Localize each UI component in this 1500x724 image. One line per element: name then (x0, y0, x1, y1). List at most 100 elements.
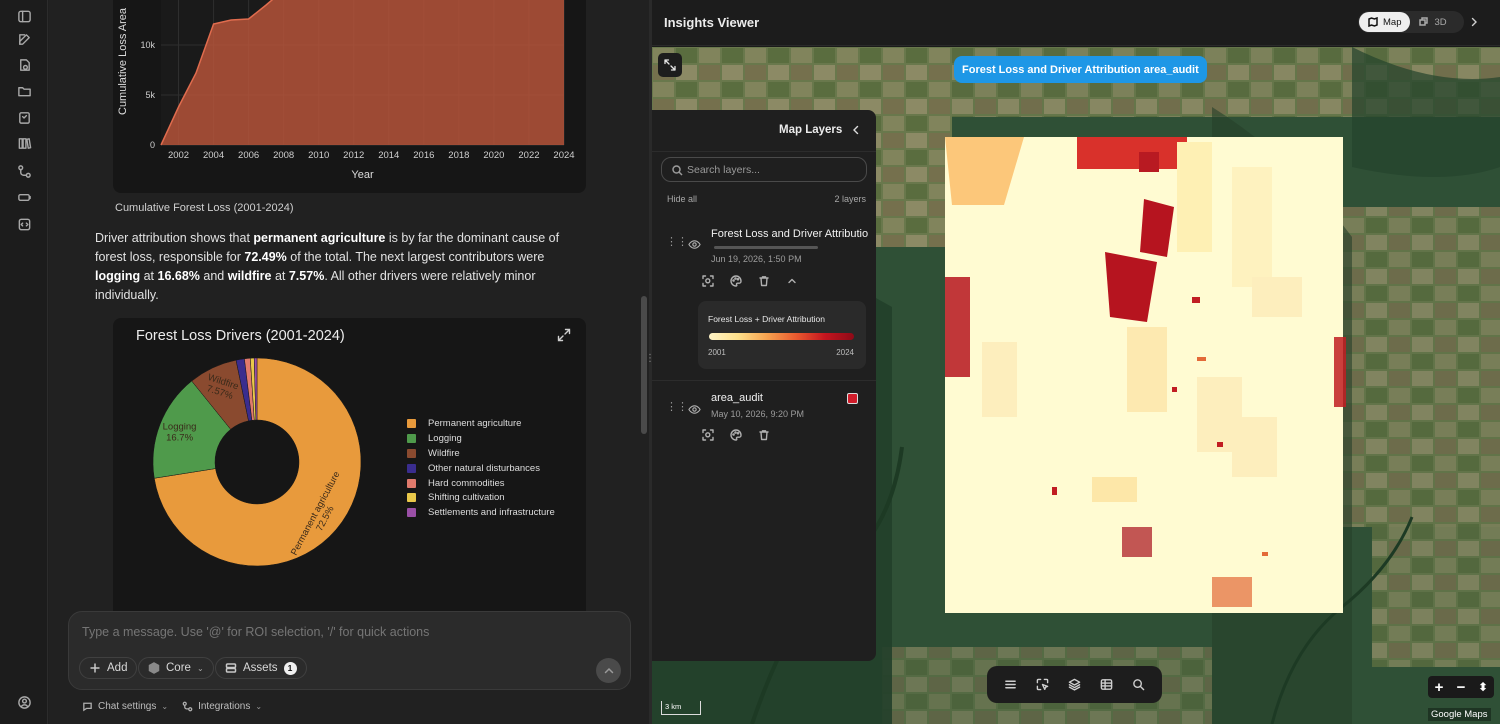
legend-title: Forest Loss + Driver Attribution (708, 314, 825, 324)
analysis-paragraph: Driver attribution shows that permanent … (95, 231, 560, 302)
y-tick-label: 10k (140, 40, 155, 50)
legend-item: Wildfire (407, 446, 555, 461)
core-model-select[interactable]: Core ⌄ (138, 657, 214, 679)
layers-icon[interactable] (1066, 677, 1082, 693)
library-icon[interactable] (12, 131, 36, 155)
x-tick-label: 2008 (273, 150, 294, 161)
legend-label: Wildfire (428, 447, 460, 459)
menu-icon[interactable] (1003, 677, 1019, 693)
ramp-max-label: 2024 (836, 348, 854, 357)
chevron-up-icon[interactable] (785, 274, 799, 288)
code-icon[interactable] (12, 212, 36, 236)
x-tick-label: 2010 (308, 150, 329, 161)
map-canvas[interactable]: Forest Loss and Driver Attribution area_… (652, 47, 1500, 724)
palette-icon[interactable] (729, 428, 743, 442)
layer-count: 2 layers (834, 194, 866, 204)
viewer-title: Insights Viewer (664, 15, 760, 30)
server-icon (225, 663, 237, 673)
fullscreen-button[interactable] (658, 53, 682, 77)
drag-handle-icon[interactable]: ⋮⋮ (666, 402, 688, 417)
layer-search (661, 157, 867, 182)
hide-all-button[interactable]: Hide all (667, 194, 697, 204)
legend-item: Permanent agriculture (407, 416, 555, 431)
x-tick-label: 2006 (238, 150, 259, 161)
folder-icon[interactable] (12, 79, 36, 103)
chevron-right-icon[interactable] (1468, 16, 1480, 28)
compass-icon[interactable]: ⬍ (1474, 678, 1492, 696)
x-tick-label: 2018 (448, 150, 469, 161)
layer-legend: Forest Loss + Driver Attribution 2001 20… (698, 301, 866, 369)
view-mode-toggle: Map 3D (1358, 11, 1464, 33)
viewer-header: Insights Viewer Map 3D (652, 0, 1500, 46)
drag-handle-icon[interactable]: ⋮⋮ (666, 237, 688, 252)
chart-legend: Permanent agriculture Logging Wildfire Othe… (407, 416, 555, 520)
trash-icon[interactable] (757, 274, 771, 288)
map-layers-panel: Map Layers Hide all 2 layers ⋮⋮ Forest L… (652, 110, 876, 661)
cumulative-loss-chart-svg: 0 5k 10k 2002 2004 2006 2008 2010 2012 2014 2016 20… (117, 0, 575, 181)
x-tick-label: 2004 (203, 150, 224, 161)
chat-panel: 0 5k 10k 2002 2004 2006 2008 2010 2012 2014 2016 20… (49, 0, 649, 724)
map-mode-button[interactable]: Map (1359, 12, 1411, 32)
sidebar-toggle-icon[interactable] (12, 4, 36, 28)
integrations-link[interactable]: Integrations ⌄ (182, 701, 262, 712)
slice-label-text: 16.7% (166, 433, 193, 444)
left-rail (0, 0, 48, 724)
chat-bubble-icon (83, 702, 92, 712)
user-circle-icon[interactable] (12, 690, 36, 714)
eye-icon[interactable] (688, 403, 701, 416)
legend-swatch (407, 463, 416, 473)
chart-caption: Cumulative Forest Loss (2001-2024) (115, 202, 294, 214)
legend-swatch (407, 448, 416, 458)
x-tick-label: 2014 (378, 150, 399, 161)
legend-swatch (407, 418, 416, 428)
add-button[interactable]: Add (79, 657, 138, 679)
divider (652, 151, 876, 152)
trash-icon[interactable] (757, 428, 771, 442)
workflow-icon[interactable] (12, 159, 36, 183)
map-attribution: Google Maps (1428, 708, 1491, 721)
layer-opacity-bar[interactable] (714, 246, 818, 249)
legend-item: Settlements and infrastructure (407, 505, 555, 520)
table-icon[interactable] (1098, 677, 1114, 693)
chevron-left-icon[interactable] (850, 124, 862, 136)
assets-button[interactable]: Assets 1 (215, 657, 307, 679)
legend-label: Logging (428, 432, 462, 444)
cumulative-loss-chart: 0 5k 10k 2002 2004 2006 2008 2010 2012 2014 2016 20… (113, 0, 586, 193)
zoom-out-button[interactable]: − (1452, 678, 1470, 696)
y-tick-label: 0 (150, 140, 155, 150)
layer-color-swatch[interactable] (847, 393, 858, 404)
expand-icon[interactable] (556, 327, 572, 343)
edit-icon[interactable] (12, 27, 36, 51)
send-button[interactable] (596, 658, 621, 683)
document-search-icon[interactable] (12, 53, 36, 77)
search-icon[interactable] (1130, 677, 1146, 693)
zoom-to-layer-icon[interactable] (701, 428, 715, 442)
y-tick-label: 5k (145, 90, 155, 100)
eye-icon[interactable] (688, 238, 701, 251)
zoom-in-button[interactable]: + (1430, 678, 1448, 696)
battery-icon[interactable] (12, 185, 36, 209)
zoom-to-layer-icon[interactable] (701, 274, 715, 288)
composer-footer: Chat settings ⌄ Integrations ⌄ (82, 701, 262, 712)
legend-label: Other natural disturbances (428, 462, 540, 474)
plus-icon (90, 663, 100, 673)
clipboard-icon[interactable] (12, 105, 36, 129)
color-ramp (709, 333, 854, 340)
x-tick-label: 2016 (413, 150, 434, 161)
drivers-donut-chart: Forest Loss Drivers (2001-2024) Permanen… (113, 318, 586, 618)
layer-search-input[interactable] (687, 162, 857, 178)
zoom-controls: + − ⬍ (1428, 676, 1494, 698)
layer-date: Jun 19, 2026, 1:50 PM (711, 254, 802, 264)
arrow-up-icon (604, 667, 613, 673)
search-icon (672, 165, 683, 176)
3d-mode-button[interactable]: 3D (1410, 12, 1455, 32)
legend-item: Logging (407, 431, 555, 446)
select-area-icon[interactable] (1035, 677, 1051, 693)
chat-settings-link[interactable]: Chat settings ⌄ (82, 701, 168, 712)
x-tick-label: 2022 (518, 150, 539, 161)
legend-item: Shifting cultivation (407, 490, 555, 505)
expand-arrows-icon (664, 59, 676, 71)
donut-svg: Permanent agriculture72.5%Logging16.7%Wi… (152, 357, 362, 567)
palette-icon[interactable] (729, 274, 743, 288)
message-input[interactable] (82, 625, 582, 639)
